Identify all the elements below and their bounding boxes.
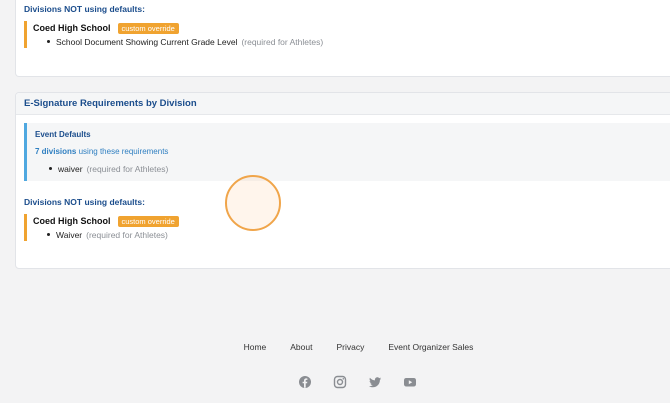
facebook-icon[interactable] — [298, 375, 312, 389]
requirement-note: (required for Athletes) — [241, 36, 324, 47]
card-title: E-Signature Requirements by Division — [16, 93, 670, 115]
social-links — [298, 375, 417, 389]
requirement-item: School Document Showing Current Grade Le… — [33, 35, 323, 48]
event-defaults-block: Event Defaults 7 divisions using these r… — [24, 123, 670, 181]
footer-nav: Home About Privacy Event Organizer Sales — [0, 342, 670, 352]
defaults-count-suffix: using these requirements — [78, 147, 169, 156]
requirement-note: (required for Athletes) — [86, 163, 169, 174]
twitter-icon[interactable] — [368, 375, 382, 389]
click-indicator — [225, 175, 281, 231]
override-block: Coed High School custom override School … — [24, 21, 323, 48]
esignature-requirements-card: E-Signature Requirements by Division Eve… — [15, 92, 670, 269]
footer-link-privacy[interactable]: Privacy — [336, 342, 364, 352]
footer-link-about[interactable]: About — [290, 342, 312, 352]
defaults-title: Event Defaults — [35, 130, 91, 139]
requirement-note: (required for Athletes) — [86, 229, 168, 240]
footer-link-home[interactable]: Home — [244, 342, 267, 352]
division-name: Coed High School — [33, 216, 111, 226]
requirement-item: waiver (required for Athletes) — [35, 162, 168, 175]
override-block: Coed High School custom override Waiver … — [24, 214, 179, 241]
requirement-label: Waiver — [56, 229, 83, 240]
bullet-icon — [47, 40, 50, 43]
footer-link-event-organizer-sales[interactable]: Event Organizer Sales — [388, 342, 473, 352]
requirement-label: School Document Showing Current Grade Le… — [56, 36, 238, 47]
custom-override-badge: custom override — [117, 215, 179, 227]
requirement-item: Waiver (required for Athletes) — [33, 228, 179, 241]
non-default-heading: Divisions NOT using defaults: — [24, 197, 145, 207]
division-name: Coed High School — [33, 23, 111, 33]
document-requirements-card: Divisions NOT using defaults: Coed High … — [15, 0, 670, 77]
bullet-icon — [49, 167, 52, 170]
defaults-count: 7 divisions using these requirements — [35, 147, 168, 156]
divisions-count-link[interactable]: 7 divisions — [35, 147, 76, 156]
requirement-label: waiver — [58, 163, 83, 174]
custom-override-badge: custom override — [117, 22, 179, 34]
non-default-heading: Divisions NOT using defaults: — [24, 4, 145, 14]
bullet-icon — [47, 233, 50, 236]
youtube-icon[interactable] — [403, 375, 417, 389]
instagram-icon[interactable] — [333, 375, 347, 389]
